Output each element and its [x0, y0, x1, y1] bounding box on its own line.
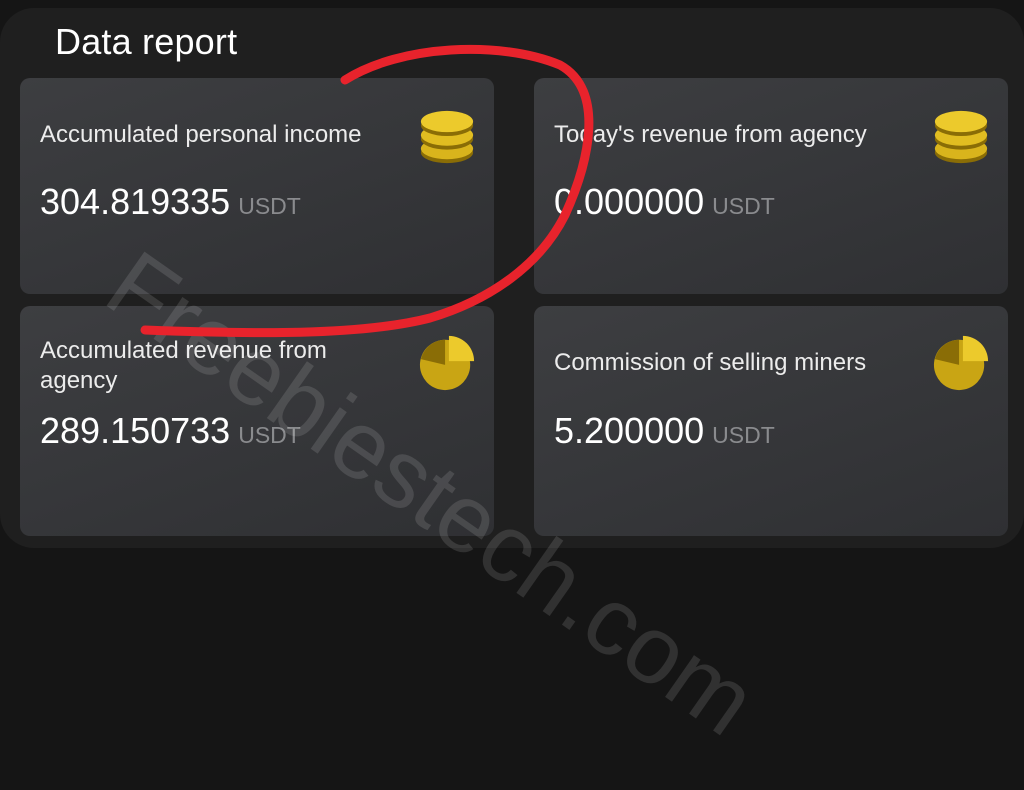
value-amount: 304.819335 — [40, 181, 231, 222]
card-commission-of-selling-miners[interactable]: Commission of selling miners 5.200000 USD… — [534, 306, 1008, 536]
value-unit: USDT — [238, 193, 301, 219]
pie-chart-icon — [933, 335, 989, 391]
card-value: 5.200000 USDT — [554, 410, 775, 452]
value-unit: USDT — [238, 422, 301, 448]
card-accumulated-personal-income[interactable]: Accumulated personal income 304.819335 US… — [20, 78, 494, 294]
coins-stack-icon — [420, 110, 474, 164]
card-accumulated-revenue-from-agency[interactable]: Accumulated revenue from agency 289.1507… — [20, 306, 494, 536]
card-value: 304.819335 USDT — [40, 181, 301, 223]
value-amount: 5.200000 — [554, 410, 705, 451]
card-label: Today's revenue from agency — [554, 121, 867, 148]
pie-chart-icon — [419, 335, 475, 391]
card-label: Commission of selling miners — [554, 349, 867, 376]
value-unit: USDT — [712, 422, 775, 448]
value-amount: 0.000000 — [554, 181, 705, 222]
value-amount: 289.150733 — [40, 410, 231, 451]
card-todays-revenue-from-agency[interactable]: Today's revenue from agency 0.000000 USDT — [534, 78, 1008, 294]
value-unit: USDT — [712, 193, 775, 219]
card-label: Accumulated personal income — [40, 121, 362, 148]
coins-stack-icon — [934, 110, 988, 164]
card-value: 289.150733 USDT — [40, 410, 301, 452]
card-value: 0.000000 USDT — [554, 181, 775, 223]
page-title: Data report — [55, 21, 238, 62]
card-label: Accumulated revenue from agency — [40, 337, 327, 394]
